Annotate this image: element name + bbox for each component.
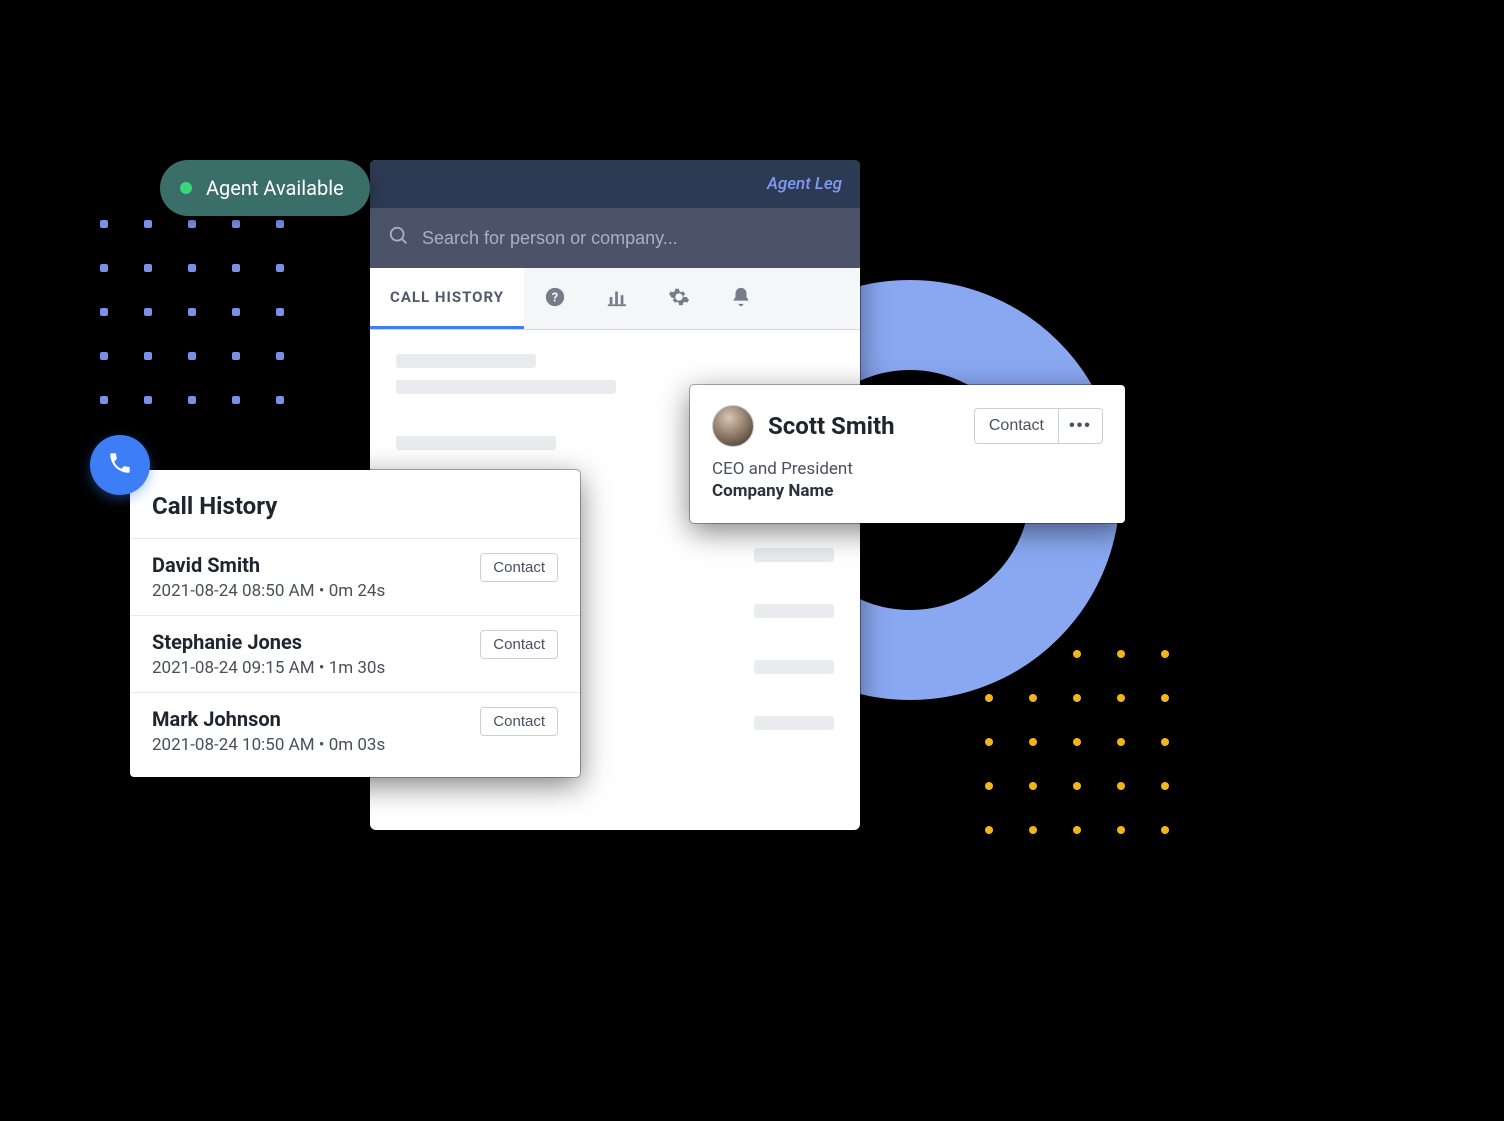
call-name: Stephanie Jones	[152, 630, 385, 654]
app-tabs: CALL HISTORY ?	[370, 268, 860, 330]
bell-icon	[730, 286, 752, 312]
call-meta: 2021-08-24 09:15 AM • 1m 30s	[152, 658, 385, 678]
search-icon	[388, 225, 410, 251]
bar-chart-icon	[606, 286, 628, 312]
help-icon: ?	[544, 286, 566, 312]
contact-button[interactable]: Contact	[480, 630, 558, 659]
agent-status-pill[interactable]: Agent Available	[160, 160, 370, 216]
call-history-row: Mark Johnson 2021-08-24 10:50 AM • 0m 03…	[130, 692, 580, 769]
call-name: Mark Johnson	[152, 707, 385, 731]
tab-settings[interactable]	[648, 268, 710, 329]
phone-badge[interactable]	[90, 435, 150, 495]
contact-card: Scott Smith Contact ••• CEO and Presiden…	[690, 385, 1125, 523]
agent-status-label: Agent Available	[206, 176, 344, 200]
call-history-title: Call History	[130, 482, 580, 538]
phone-icon	[107, 450, 133, 480]
call-meta: 2021-08-24 08:50 AM • 0m 24s	[152, 581, 385, 601]
search-bar[interactable]	[370, 208, 860, 268]
contact-button[interactable]: Contact	[974, 408, 1059, 444]
status-dot-icon	[180, 182, 192, 194]
svg-text:?: ?	[552, 290, 558, 305]
call-name: David Smith	[152, 553, 385, 577]
gear-icon	[668, 286, 690, 312]
agent-leg-link[interactable]: Agent Leg	[767, 174, 842, 194]
more-button[interactable]: •••	[1059, 408, 1103, 444]
contact-name: Scott Smith	[768, 412, 960, 440]
decorative-dots-blue	[100, 220, 284, 404]
tab-call-history[interactable]: CALL HISTORY	[370, 268, 524, 329]
call-history-row: David Smith 2021-08-24 08:50 AM • 0m 24s…	[130, 538, 580, 615]
call-history-card: Call History David Smith 2021-08-24 08:5…	[130, 470, 580, 777]
tab-notifications[interactable]	[710, 268, 772, 329]
search-input[interactable]	[422, 228, 842, 249]
call-meta: 2021-08-24 10:50 AM • 0m 03s	[152, 735, 385, 755]
tab-help[interactable]: ?	[524, 268, 586, 329]
contact-title: CEO and President	[712, 459, 1103, 479]
decorative-dots-amber	[985, 650, 1169, 834]
contact-button[interactable]: Contact	[480, 553, 558, 582]
app-topbar: Agent Leg	[370, 160, 860, 208]
avatar	[712, 405, 754, 447]
call-history-row: Stephanie Jones 2021-08-24 09:15 AM • 1m…	[130, 615, 580, 692]
tab-stats[interactable]	[586, 268, 648, 329]
contact-company: Company Name	[712, 481, 1103, 501]
stage: Agent Leg CALL HISTORY ?	[0, 0, 1504, 1121]
contact-button[interactable]: Contact	[480, 707, 558, 736]
